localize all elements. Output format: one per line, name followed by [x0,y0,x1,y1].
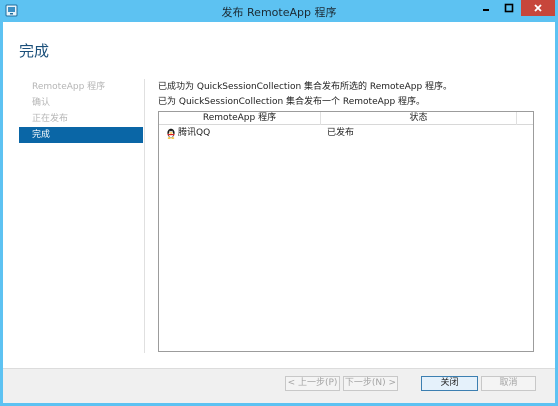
column-header-spacer [517,112,533,125]
program-cell: 腾讯QQ [166,127,321,140]
title-bar[interactable]: 发布 RemoteApp 程序 [0,0,558,22]
program-name: 腾讯QQ [178,128,211,138]
success-message: 已成功为 QuickSessionCollection 集合发布所选的 Remo… [158,82,453,92]
table-header: RemoteApp 程序 状态 [159,112,533,125]
qq-penguin-icon [167,128,175,139]
close-window-button[interactable] [521,0,555,16]
next-button[interactable]: 下一步(N) > [343,376,398,391]
steps-divider [144,79,145,353]
close-button[interactable]: 关闭 [421,376,478,391]
publish-remoteapp-window: 发布 RemoteApp 程序 完成 RemoteApp 程序 确认 正在发布 … [0,0,558,406]
previous-button[interactable]: < 上一步(P) [285,376,340,391]
wizard-body: 完成 RemoteApp 程序 确认 正在发布 完成 已成功为 QuickSes… [3,22,555,403]
step-publishing: 正在发布 [32,114,69,124]
published-programs-table: RemoteApp 程序 状态 腾讯QQ 已发布 [158,111,534,352]
wizard-steps: RemoteApp 程序 确认 正在发布 完成 [19,79,143,143]
minimize-icon [483,9,489,11]
page-title: 完成 [19,42,50,60]
button-bar: < 上一步(P) 下一步(N) > 关闭 取消 [3,368,555,403]
column-header-program[interactable]: RemoteApp 程序 [159,112,321,125]
maximize-icon [504,3,514,13]
step-remoteapp-programs: RemoteApp 程序 [32,82,106,92]
maximize-button[interactable] [498,0,520,16]
minimize-button[interactable] [475,0,497,16]
table-row[interactable]: 腾讯QQ 已发布 [159,126,533,141]
cancel-button[interactable]: 取消 [481,376,536,391]
step-confirm: 确认 [32,98,51,108]
close-icon [534,4,542,12]
status-cell: 已发布 [327,128,355,138]
step-complete[interactable]: 完成 [19,127,143,143]
column-header-status[interactable]: 状态 [321,112,517,125]
summary-message: 已为 QuickSessionCollection 集合发布一个 RemoteA… [158,97,426,107]
